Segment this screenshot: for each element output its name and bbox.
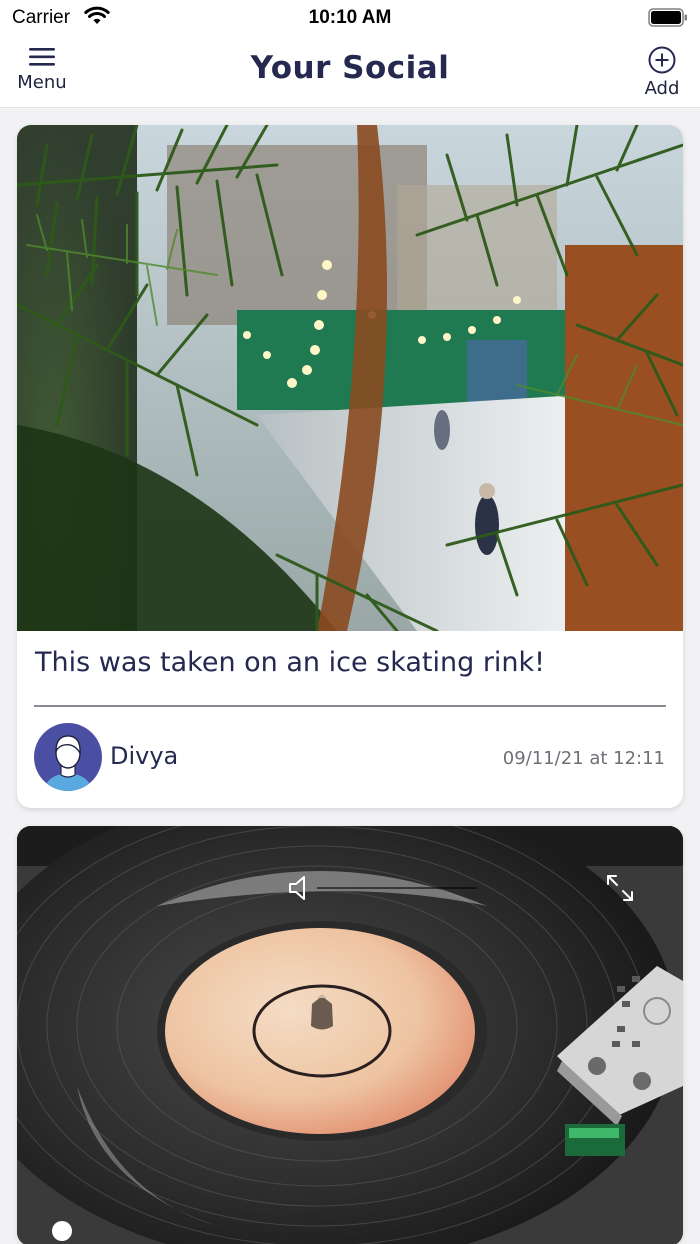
add-button[interactable]: Add	[627, 46, 697, 102]
author-name[interactable]: Divya	[110, 742, 178, 770]
avatar[interactable]	[34, 723, 102, 791]
mute-icon[interactable]	[287, 874, 311, 902]
post-timestamp: 09/11/21 at 12:11	[502, 748, 665, 769]
post-video[interactable]	[17, 826, 683, 1244]
post-photo[interactable]	[17, 125, 683, 631]
status-bar: Carrier 10:10 AM	[0, 0, 700, 38]
battery-icon	[648, 8, 687, 27]
page-title: Your Social	[250, 50, 450, 86]
clock: 10:10 AM	[308, 7, 392, 28]
post-card[interactable]	[17, 826, 683, 1244]
nav-bar: Menu Your Social Add	[0, 38, 700, 108]
divider	[34, 705, 666, 707]
feed[interactable]: This was taken on an ice skating rink! D…	[0, 108, 700, 1244]
volume-slider[interactable]	[317, 887, 477, 889]
post-card[interactable]: This was taken on an ice skating rink! D…	[17, 125, 683, 808]
video-scrubber[interactable]	[52, 1221, 72, 1241]
add-label: Add	[644, 78, 680, 99]
post-caption: This was taken on an ice skating rink!	[35, 647, 546, 678]
plus-circle-icon	[648, 46, 676, 74]
expand-icon[interactable]	[604, 872, 636, 904]
